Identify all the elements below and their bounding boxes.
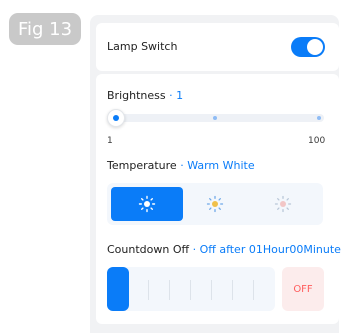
- countdown-tick: [148, 280, 149, 300]
- brightness-slider-thumb[interactable]: [107, 109, 125, 127]
- temperature-option-warm[interactable]: [111, 187, 183, 221]
- countdown-heading: Countdown Off · Off after 01Hour00Minute: [107, 243, 341, 256]
- lamp-switch-label: Lamp Switch: [107, 40, 178, 53]
- slider-step-dot: [213, 116, 217, 120]
- temperature-option-cool[interactable]: [247, 187, 319, 221]
- temperature-value: Warm White: [187, 159, 255, 172]
- sun-icon: [274, 195, 292, 213]
- lamp-switch-toggle[interactable]: [291, 37, 325, 57]
- countdown-off-button[interactable]: OFF: [282, 267, 324, 311]
- brightness-max-label: 100: [308, 136, 326, 146]
- temperature-separator: ·: [180, 159, 184, 172]
- slider-step-dot: [317, 116, 321, 120]
- countdown-slider-handle[interactable]: [107, 267, 129, 311]
- countdown-value: Off after 01Hour00Minute: [199, 243, 341, 256]
- countdown-slider[interactable]: [107, 267, 275, 311]
- brightness-min-label: 1: [107, 136, 113, 146]
- temperature-label: Temperature: [107, 159, 177, 172]
- brightness-heading: Brightness · 1: [107, 89, 183, 102]
- brightness-label: Brightness: [107, 89, 166, 102]
- temperature-option-neutral[interactable]: [179, 187, 251, 221]
- countdown-label: Countdown Off: [107, 243, 190, 256]
- countdown-tick: [253, 280, 254, 300]
- sun-icon: [138, 195, 156, 213]
- countdown-tick: [169, 280, 170, 300]
- sun-icon: [206, 195, 224, 213]
- brightness-separator: ·: [169, 89, 173, 102]
- countdown-separator: ·: [192, 243, 197, 256]
- temperature-selector: [107, 183, 323, 225]
- brightness-slider[interactable]: [108, 114, 324, 122]
- countdown-tick: [232, 280, 233, 300]
- temperature-heading: Temperature · Warm White: [107, 159, 255, 172]
- toggle-knob: [307, 39, 323, 55]
- brightness-value: 1: [176, 89, 184, 102]
- countdown-tick: [211, 280, 212, 300]
- figure-label: Fig 13: [9, 13, 81, 45]
- countdown-tick: [190, 280, 191, 300]
